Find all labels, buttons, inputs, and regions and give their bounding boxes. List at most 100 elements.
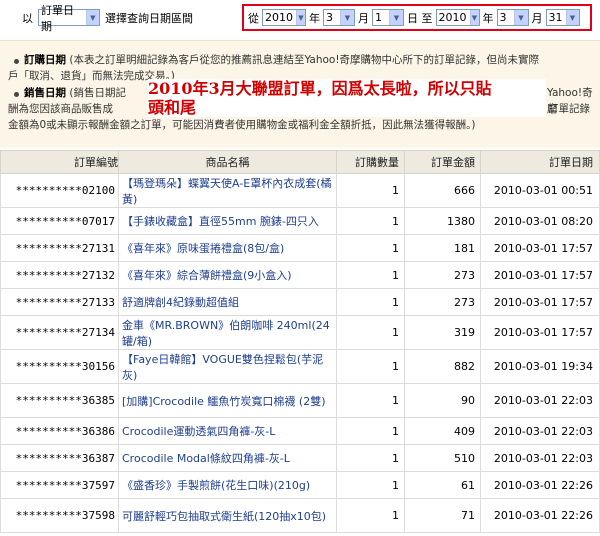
chevron-down-icon: ▼ (296, 10, 305, 25)
quantity-cell: 1 (336, 383, 405, 418)
order-date-cell: 2010-03-01 17:57 (480, 234, 600, 262)
order-no-cell: **********37597 (0, 471, 119, 499)
from-year-select[interactable]: 2010 ▼ (262, 9, 306, 26)
sales-date-text-2: 酬為您因該商品販售成 (8, 103, 113, 115)
product-link[interactable]: Crocodile運動透氣四角褲-灰-L (118, 417, 337, 445)
table-row: **********37597 《盛香珍》手製煎餅(花生口味)(210g) 1 61 2… (0, 471, 600, 499)
bullet-icon (14, 92, 19, 97)
chevron-down-icon: ▼ (469, 10, 479, 25)
product-link[interactable]: 金車《MR.BROWN》伯朗咖啡 240ml(24罐/箱) (118, 315, 337, 350)
order-no-cell: **********27132 (0, 261, 119, 289)
order-no-cell: **********37598 (0, 498, 119, 533)
header-order-no: 訂單編號 (0, 150, 119, 174)
to-month-select[interactable]: 3 ▼ (496, 9, 529, 26)
date-type-select[interactable]: 訂單日期 ▼ (38, 4, 100, 33)
quantity-cell: 1 (336, 417, 405, 445)
prefix-label: 以 (22, 11, 33, 25)
product-link[interactable]: 【Faye日韓館】VOGUE雙色捏鬆包(芋泥灰) (118, 349, 337, 384)
order-date-note: 訂購日期 (本表之訂單明細記錄為客戶從您的推薦訊息連結至Yahoo!奇摩購物中心… (24, 52, 539, 68)
order-no-cell: **********36385 (0, 383, 119, 418)
instruction-label: 選擇查詢日期區間 (105, 11, 193, 25)
quantity-cell: 1 (336, 471, 405, 499)
month-unit-label: 月 (531, 11, 543, 25)
order-no-cell: **********30156 (0, 349, 119, 384)
amount-cell: 510 (404, 444, 481, 472)
table-row: **********36385 [加購]Crocodile 鱷魚竹炭寬口棉襪 (2… (0, 383, 600, 418)
order-date-cell: 2010-03-01 22:03 (480, 444, 600, 472)
amount-cell: 181 (404, 234, 481, 262)
product-link[interactable]: 《喜年來》綜合薄餅禮盒(9小盒入) (118, 261, 337, 289)
to-day-select[interactable]: 31 ▼ (545, 9, 580, 26)
product-link[interactable]: 舒適牌創4紀錄動超值組 (118, 288, 337, 316)
order-date-cell: 2010-03-01 17:57 (480, 261, 600, 289)
chevron-down-icon: ▼ (85, 10, 99, 25)
table-row: **********27131 《喜年來》原味蛋捲禮盒(8包/盒) 1 181 2010… (0, 234, 600, 262)
table-row: **********37598 可麗舒輕巧包抽取式衛生紙(120抽x10包) 1 71… (0, 498, 600, 533)
product-link[interactable]: Crocodile Modal條紋四角褲-灰-L (118, 444, 337, 472)
date-type-value: 訂單日期 (41, 3, 74, 33)
table-row: **********36387 Crocodile Modal條紋四角褲-灰-L 1… (0, 444, 600, 472)
amount-cell: 71 (404, 498, 481, 533)
quantity-cell: 1 (336, 261, 405, 289)
chevron-down-icon: ▼ (565, 10, 579, 25)
order-date-cell: 2010-03-01 19:34 (480, 349, 600, 384)
month-unit-label: 月 (358, 11, 369, 25)
to-year-select[interactable]: 2010 ▼ (435, 9, 480, 26)
product-link[interactable]: 可麗舒輕巧包抽取式衛生紙(120抽x10包) (118, 498, 337, 533)
date-filter-bar: 以 訂單日期 ▼ 選擇查詢日期區間 從 2010 ▼ 年 3 ▼ 月 1 ▼ 日… (0, 0, 600, 36)
amount-cell: 1380 (404, 207, 481, 235)
amount-cell: 882 (404, 349, 481, 384)
amount-cell: 273 (404, 261, 481, 289)
order-date-cell: 2010-03-01 22:26 (480, 498, 600, 533)
date-type-group: 以 訂單日期 ▼ 選擇查詢日期區間 (22, 4, 193, 33)
annotation-overlay: 2010年3月大聯盟訂單，因爲太長啦，所以只貼 頭和尾 (148, 79, 546, 117)
header-product-name: 商品名稱 (118, 150, 337, 174)
order-date-cell: 2010-03-01 08:20 (480, 207, 600, 235)
order-date-cell: 2010-03-01 00:51 (480, 173, 600, 208)
sales-date-note: 銷售日期 (銷售日期記 (24, 85, 126, 101)
order-date-cell: 2010-03-01 17:57 (480, 288, 600, 316)
sales-date-title: 銷售日期 (24, 87, 66, 99)
annotation-line-1: 2010年3月大聯盟訂單，因爲太長啦，所以只貼 (148, 79, 492, 98)
quantity-cell: 1 (336, 173, 405, 208)
amount-cell: 666 (404, 173, 481, 208)
table-row: **********07017 【手錶收藏盒】直徑55mm 腕錶-四只入 1 1380… (0, 207, 600, 235)
sales-date-text-1: (銷售日期記 (69, 87, 126, 99)
order-date-cell: 2010-03-01 22:03 (480, 383, 600, 418)
header-quantity: 訂購數量 (336, 150, 405, 174)
from-day-select[interactable]: 1 ▼ (372, 9, 404, 26)
table-row: **********27134 金車《MR.BROWN》伯朗咖啡 240ml(24… (0, 315, 600, 350)
quantity-cell: 1 (336, 288, 405, 316)
to-month-value: 3 (499, 11, 507, 24)
table-row: **********30156 【Faye日韓館】VOGUE雙色捏鬆包(芋泥灰) 1… (0, 349, 600, 384)
order-date-text-1: (本表之訂單明細記錄為客戶從您的推薦訊息連結至Yahoo!奇摩購物中心所下的訂單… (69, 54, 540, 66)
chevron-down-icon: ▼ (340, 10, 354, 25)
table-row: **********27132 《喜年來》綜合薄餅禮盒(9小盒入) 1 273 2010… (0, 261, 600, 289)
product-link[interactable]: [加購]Crocodile 鱷魚竹炭寬口棉襪 (2雙) (118, 383, 337, 418)
table-header-row: 訂單編號 商品名稱 訂購數量 訂單金額 訂單日期 (0, 150, 600, 174)
from-month-value: 3 (326, 11, 333, 24)
product-link[interactable]: 【瑪登瑪朵】蝶翼天使A-E罩杯內衣成套(橘黃) (118, 173, 337, 208)
product-link[interactable]: 【手錶收藏盒】直徑55mm 腕錶-四只入 (118, 207, 337, 235)
table-row: **********27133 舒適牌創4紀錄動超值組 1 273 2010-03-01… (0, 288, 600, 316)
sales-date-text-2-tail: 訂單記錄 (548, 103, 590, 115)
from-month-select[interactable]: 3 ▼ (323, 9, 355, 26)
amount-cell: 61 (404, 471, 481, 499)
bullet-icon (14, 59, 19, 64)
to-year-value: 2010 (438, 11, 467, 24)
order-no-cell: **********27133 (0, 288, 119, 316)
product-link[interactable]: 《盛香珍》手製煎餅(花生口味)(210g) (118, 471, 337, 499)
quantity-cell: 1 (336, 315, 405, 350)
to-day-value: 31 (548, 11, 563, 24)
quantity-cell: 1 (336, 349, 405, 384)
from-label: 從 (248, 11, 259, 25)
quantity-cell: 1 (336, 234, 405, 262)
order-no-cell: **********27134 (0, 315, 119, 350)
product-link[interactable]: 《喜年來》原味蛋捲禮盒(8包/盒) (118, 234, 337, 262)
header-amount: 訂單金額 (404, 150, 481, 174)
from-day-value: 1 (375, 11, 382, 24)
to-label: 日 至 (407, 11, 433, 25)
table-row: **********02100 【瑪登瑪朵】蝶翼天使A-E罩杯內衣成套(橘黃) 1 6… (0, 173, 600, 208)
order-no-cell: **********36387 (0, 444, 119, 472)
year-unit-label: 年 (309, 11, 320, 25)
